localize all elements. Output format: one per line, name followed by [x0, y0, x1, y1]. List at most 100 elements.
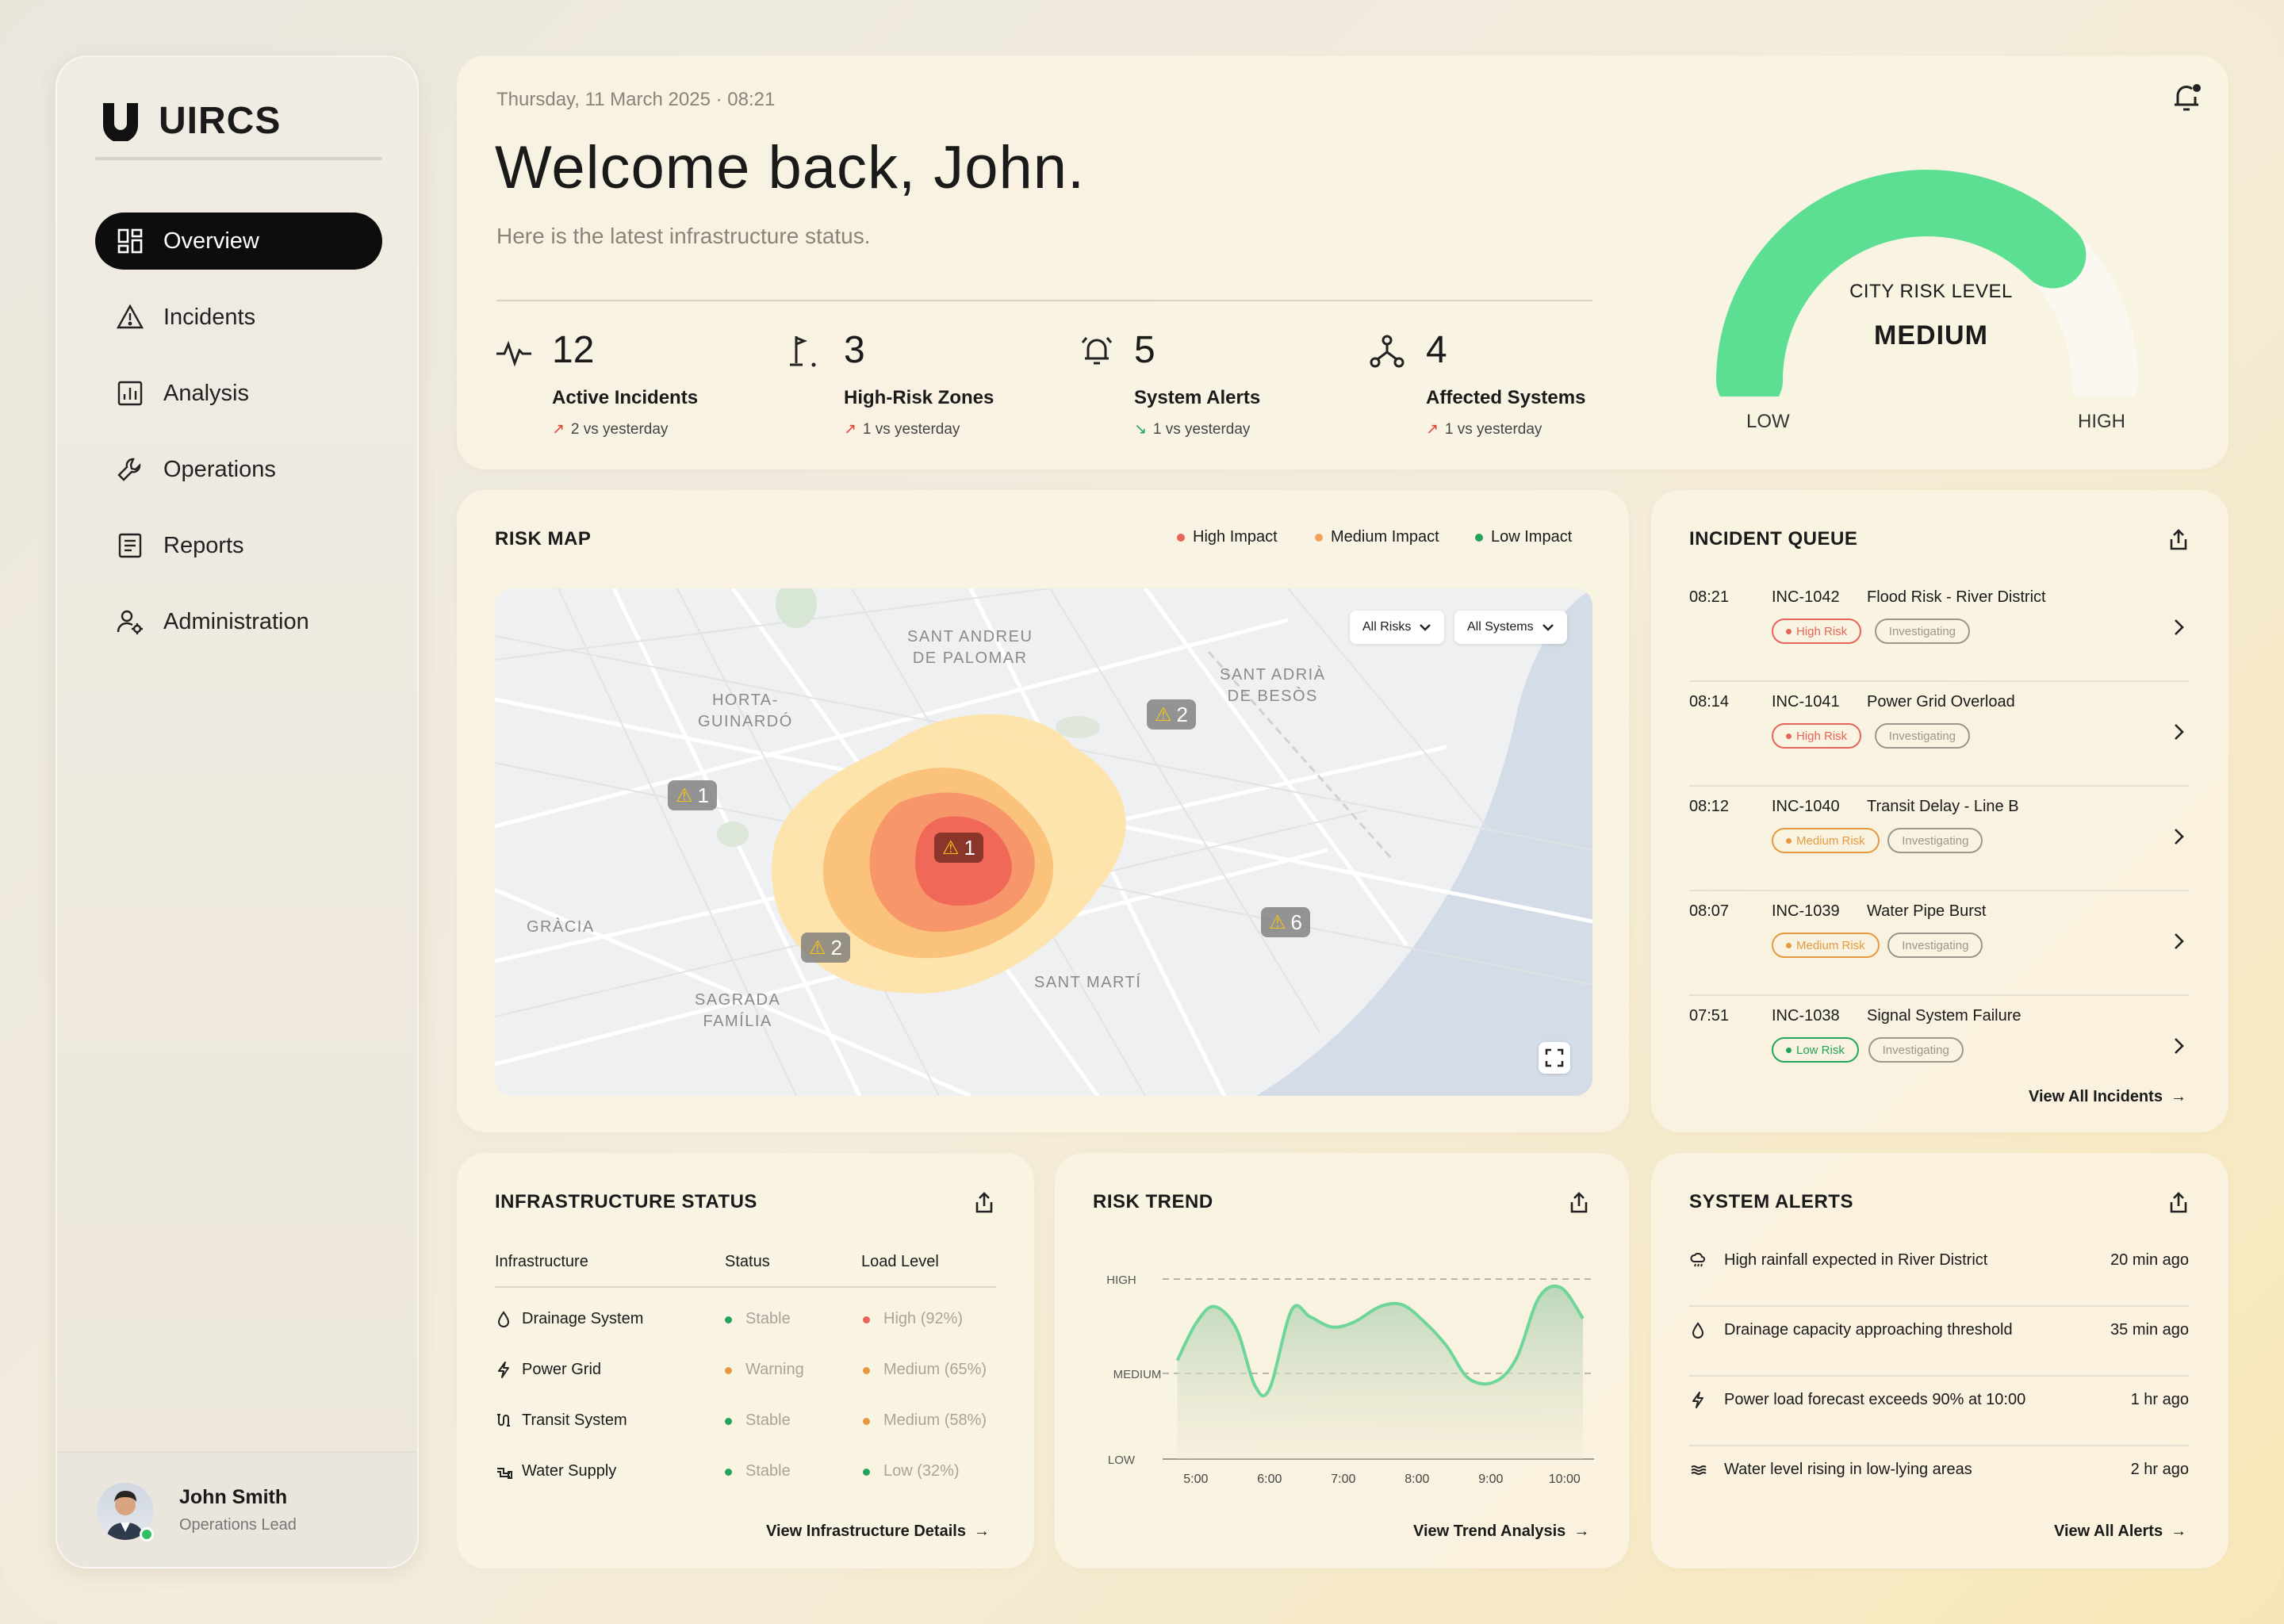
alert-row[interactable]: Water level rising in low-lying areas 2 h… [1689, 1446, 2189, 1516]
map-incident-marker[interactable]: ⚠ 1 [668, 780, 717, 810]
risk-map[interactable]: SANT ANDREU DE PALOMAR SANT ADRIÀ DE BES… [495, 588, 1592, 1096]
welcome-title: Welcome back, John. [495, 134, 1086, 201]
status-value: Stable [745, 1411, 791, 1429]
warning-icon: ⚠ [809, 936, 826, 959]
sidebar-item-operations[interactable]: Operations [95, 441, 382, 498]
legend-dot [1315, 533, 1323, 542]
incident-description: Water Pipe Burst [1867, 902, 1987, 920]
table-row[interactable]: Water Supply Stable Low (32%) [495, 1461, 994, 1484]
logo-icon [103, 103, 138, 141]
table-row[interactable]: Transit System Stable Medium (58%) [495, 1410, 994, 1434]
notification-bell-icon[interactable] [2170, 79, 2205, 116]
view-trend-analysis-link[interactable]: View Trend Analysis → [1413, 1522, 1589, 1541]
legend-high-impact: High Impact [1177, 528, 1278, 546]
flag-icon [790, 336, 816, 367]
chevron-right-icon[interactable] [2168, 617, 2189, 638]
map-place-label: GRÀCIA [527, 918, 595, 936]
table-row[interactable]: Power Grid Warning Medium (65%) [495, 1359, 994, 1383]
fullscreen-button[interactable] [1539, 1042, 1570, 1074]
legend-dot [1177, 533, 1185, 542]
rain-cloud-icon [1690, 1252, 1705, 1267]
incident-description: Signal System Failure [1867, 1007, 2021, 1025]
risk-map-title: RISK MAP [495, 528, 592, 550]
incident-row[interactable]: 08:07 INC-1039 Water Pipe Burst Medium Risk… [1689, 893, 2189, 996]
y-tick-label: LOW [1108, 1454, 1136, 1467]
stat-delta-affected-systems: ↗ 1 vs yesterday [1426, 420, 1542, 439]
incident-row[interactable]: 08:14 INC-1041 Power Grid Overload High Ris… [1689, 684, 2189, 787]
column-header: Infrastructure [495, 1253, 588, 1270]
city-risk-gauge [1716, 170, 2138, 396]
user-gear-icon [117, 610, 143, 634]
x-tick-label: 7:00 [1331, 1473, 1355, 1486]
view-all-incidents-link[interactable]: View All Incidents → [2029, 1088, 2186, 1106]
alert-time: 35 min ago [2110, 1321, 2189, 1339]
map-incident-marker[interactable]: ⚠ 2 [1147, 699, 1196, 730]
stat-value-system-alerts: 5 [1134, 329, 1155, 371]
app-background: UIRCS Overview Incidents Analysis Operat… [0, 0, 2284, 1624]
incident-description: Flood Risk - River District [1867, 588, 2046, 606]
incident-description: Power Grid Overload [1867, 693, 2015, 710]
risk-badge: High Risk [1772, 723, 1862, 749]
view-all-alerts-link[interactable]: View All Alerts → [2054, 1522, 2186, 1541]
sidebar-item-reports[interactable]: Reports [95, 517, 382, 574]
legend-dot [1475, 533, 1483, 542]
sidebar: UIRCS Overview Incidents Analysis Operat… [56, 56, 419, 1568]
alert-row[interactable]: Power load forecast exceeds 90% at 10:00… [1689, 1377, 2189, 1446]
sidebar-item-label: Overview [163, 228, 259, 254]
status-value: Stable [745, 1462, 791, 1480]
load-value: Medium (65%) [883, 1361, 987, 1378]
table-row[interactable]: Drainage System Stable High (92%) [495, 1308, 994, 1332]
chevron-right-icon[interactable] [2168, 931, 2189, 952]
share-icon[interactable] [972, 1191, 996, 1215]
share-icon[interactable] [1567, 1191, 1591, 1215]
stat-label-high-risk-zones: High-Risk Zones [844, 387, 994, 408]
welcome-subtitle: Here is the latest infrastructure status… [496, 224, 871, 248]
share-icon[interactable] [2167, 1191, 2190, 1215]
stat-value-high-risk-zones: 3 [844, 329, 865, 371]
infrastructure-name: Water Supply [522, 1462, 617, 1480]
share-icon[interactable] [2167, 528, 2190, 552]
incident-row[interactable]: 08:21 INC-1042 Flood Risk - River District… [1689, 579, 2189, 682]
user-name: John Smith [179, 1486, 288, 1508]
alert-row[interactable]: High rainfall expected in River District… [1689, 1237, 2189, 1307]
chevron-right-icon[interactable] [2168, 1036, 2189, 1056]
sidebar-item-incidents[interactable]: Incidents [95, 289, 382, 346]
user-profile[interactable]: John Smith Operations Lead [57, 1451, 417, 1567]
sidebar-item-overview[interactable]: Overview [95, 213, 382, 270]
column-header: Status [725, 1253, 770, 1270]
y-tick-label: MEDIUM [1113, 1368, 1162, 1381]
map-place-label: HORTA- GUINARDÓ [698, 691, 793, 730]
chevron-right-icon[interactable] [2168, 722, 2189, 742]
map-place-label: SAGRADA FAMÍLIA [695, 991, 781, 1030]
wrench-icon [117, 458, 141, 481]
sidebar-item-label: Incidents [163, 304, 256, 330]
system-filter-dropdown[interactable]: All Systems [1454, 611, 1567, 644]
dashboard-icon [117, 228, 143, 254]
chart-icon [117, 381, 143, 406]
sidebar-item-administration[interactable]: Administration [95, 593, 382, 650]
status-value: Stable [745, 1310, 791, 1327]
risk-filter-dropdown[interactable]: All Risks [1350, 611, 1445, 644]
view-infrastructure-details-link[interactable]: View Infrastructure Details → [766, 1522, 990, 1541]
stat-delta-system-alerts: ↘ 1 vs yesterday [1134, 420, 1251, 439]
sidebar-item-label: Operations [163, 456, 276, 482]
status-badge: Investigating [1874, 723, 1971, 749]
risk-badge: Low Risk [1772, 1037, 1859, 1063]
map-incident-marker[interactable]: ⚠ 1 [934, 833, 983, 863]
risk-trend-chart: HIGH MEDIUM LOW 5:00 6:00 7:00 8:00 9:00 10:00 [1106, 1274, 1594, 1486]
incident-time: 07:51 [1689, 1007, 1730, 1025]
incident-row[interactable]: 08:12 INC-1040 Transit Delay - Line B Mediu… [1689, 788, 2189, 891]
map-place-label: SANT ADRIÀ DE BESÒS [1220, 666, 1326, 705]
map-incident-marker[interactable]: ⚠ 2 [801, 933, 850, 963]
sidebar-item-analysis[interactable]: Analysis [95, 365, 382, 422]
map-incident-marker[interactable]: ⚠ 6 [1261, 907, 1310, 937]
incident-row[interactable]: 07:51 INC-1038 Signal System Failure Low Ri… [1689, 998, 2189, 1101]
alert-row[interactable]: Drainage capacity approaching threshold 3… [1689, 1307, 2189, 1377]
user-role: Operations Lead [179, 1516, 297, 1534]
risk-trend-title: RISK TREND [1093, 1191, 1213, 1212]
incident-time: 08:07 [1689, 902, 1730, 920]
chevron-right-icon[interactable] [2168, 826, 2189, 847]
legend-low-impact: Low Impact [1475, 528, 1572, 546]
sidebar-item-label: Analysis [163, 380, 249, 406]
status-badge: Investigating [1887, 828, 1983, 853]
